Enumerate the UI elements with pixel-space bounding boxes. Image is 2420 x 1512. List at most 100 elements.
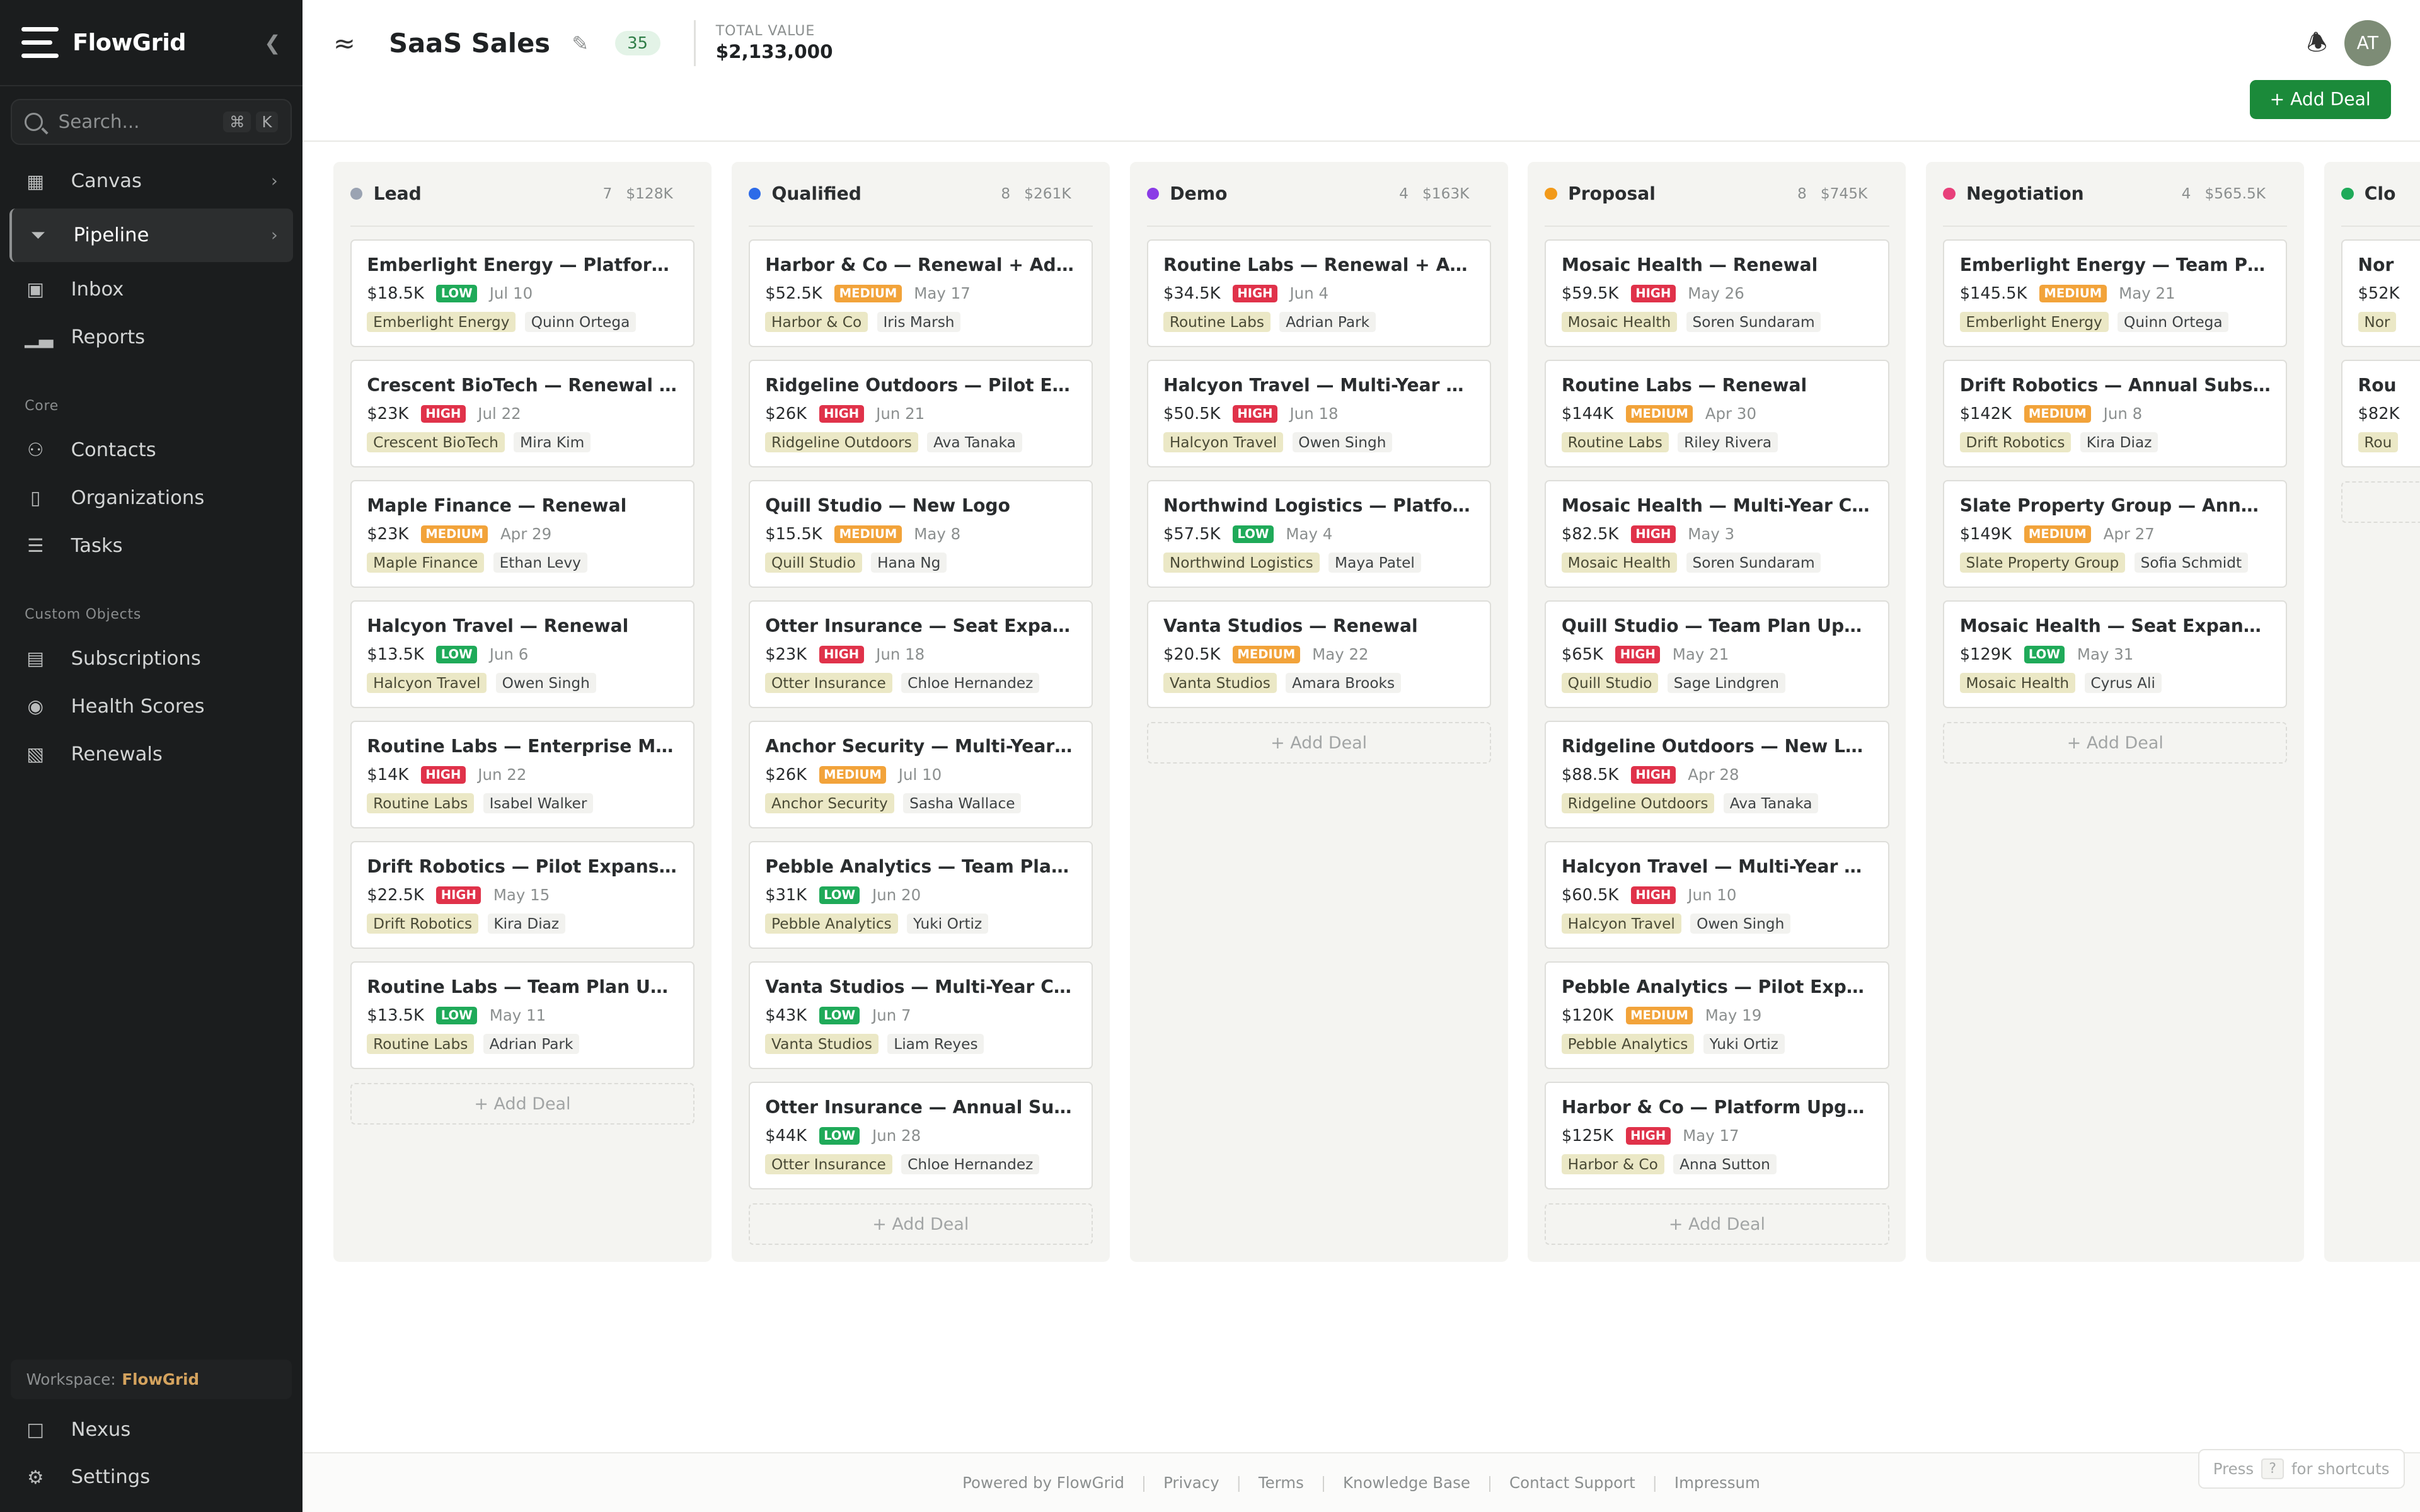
footer-impressum-link[interactable]: Impressum <box>1657 1474 1777 1492</box>
organization-tag[interactable]: Pebble Analytics <box>765 914 898 934</box>
footer-powered-by[interactable]: Powered by FlowGrid <box>945 1474 1141 1492</box>
organization-tag[interactable]: Mosaic Health <box>1561 312 1678 333</box>
deal-card[interactable]: Routine Labs — Renewal + Add-On $34.5K HIG… <box>1146 239 1491 347</box>
sidebar-item-nexus[interactable]: □ Nexus <box>9 1406 294 1453</box>
organization-tag[interactable]: Anchor Security <box>765 793 894 814</box>
deal-card[interactable]: Ridgeline Outdoors — Pilot Expansion $26K… <box>748 359 1093 467</box>
contact-tag[interactable]: Owen Singh <box>495 673 596 694</box>
contact-tag[interactable]: Ethan Levy <box>493 553 587 573</box>
contact-tag[interactable]: Soren Sundaram <box>1686 312 1821 333</box>
organization-tag[interactable]: Mosaic Health <box>1561 553 1678 573</box>
sidebar-item-health-scores[interactable]: ◉ Health Scores <box>9 682 294 730</box>
deal-card[interactable]: Halcyon Travel — Multi-Year Contract $60.… <box>1545 840 1889 949</box>
sidebar-item-renewals[interactable]: ▧ Renewals <box>9 730 294 778</box>
deal-card[interactable]: Mosaic Health — Seat Expansion $129K LOW Ma… <box>1943 600 2288 708</box>
organization-tag[interactable]: Vanta Studios <box>1163 673 1277 694</box>
add-deal-column-button[interactable]: + Add Deal <box>1943 722 2288 764</box>
deal-card[interactable]: Ridgeline Outdoors — New Logo $88.5K HIGH A… <box>1545 720 1889 828</box>
organization-tag[interactable]: Routine Labs <box>1163 312 1270 333</box>
bell-icon[interactable]: 🕭 <box>2307 26 2327 66</box>
sidebar-item-inbox[interactable]: ▣ Inbox <box>9 265 294 313</box>
footer-terms-link[interactable]: Terms <box>1242 1474 1321 1492</box>
contact-tag[interactable]: Owen Singh <box>1690 914 1791 934</box>
organization-tag[interactable]: Quill Studio <box>1561 673 1659 694</box>
footer-knowledge-base-link[interactable]: Knowledge Base <box>1326 1474 1487 1492</box>
sidebar-item-contacts[interactable]: ⚇ Contacts <box>9 426 294 474</box>
sidebar-item-settings[interactable]: ⚙ Settings <box>9 1453 294 1501</box>
collapse-sidebar-icon[interactable]: ❮ <box>264 31 281 55</box>
deal-card[interactable]: Otter Insurance — Seat Expansion $23K HIGH… <box>748 600 1093 708</box>
deal-card[interactable]: Crescent BioTech — Renewal + Add-On $23K H… <box>350 359 695 467</box>
deal-card[interactable]: Mosaic Health — Multi-Year Contract $82.5… <box>1545 479 1889 588</box>
organization-tag[interactable]: Ridgeline Outdoors <box>765 432 918 453</box>
add-deal-column-button[interactable]: + Add Deal <box>748 1203 1093 1246</box>
contact-tag[interactable]: Sasha Wallace <box>903 793 1022 814</box>
deal-card[interactable]: Harbor & Co — Renewal + Add-On $52.5K MEDI… <box>748 239 1093 347</box>
organization-tag[interactable]: Nor <box>2358 312 2397 333</box>
deal-card[interactable]: Quill Studio — New Logo $15.5K MEDIUM May 8… <box>748 479 1093 588</box>
add-deal-column-button[interactable]: + Add Deal <box>2341 481 2420 524</box>
contact-tag[interactable]: Ava Tanaka <box>927 432 1022 453</box>
contact-tag[interactable]: Chloe Hernandez <box>901 673 1040 694</box>
organization-tag[interactable]: Slate Property Group <box>1959 553 2126 573</box>
organization-tag[interactable]: Drift Robotics <box>1959 432 2071 453</box>
contact-tag[interactable]: Yuki Ortiz <box>1703 1034 1785 1055</box>
deal-card[interactable]: Slate Property Group — Annual Subscripti… <box>1943 479 2288 588</box>
workspace-switcher[interactable]: Workspace: FlowGrid <box>11 1359 292 1400</box>
contact-tag[interactable]: Owen Singh <box>1292 432 1393 453</box>
contact-tag[interactable]: Kira Diaz <box>2080 432 2158 453</box>
sidebar-item-canvas[interactable]: ▦ Canvas › <box>9 158 294 205</box>
organization-tag[interactable]: Harbor & Co <box>765 312 868 333</box>
deal-card[interactable]: Drift Robotics — Annual Subscription $142… <box>1943 359 2288 467</box>
deal-card[interactable]: Routine Labs — Renewal $144K MEDIUM Apr 30 R… <box>1545 359 1889 467</box>
sidebar-item-organizations[interactable]: ▯ Organizations <box>9 474 294 522</box>
contact-tag[interactable]: Liam Reyes <box>887 1034 984 1055</box>
contact-tag[interactable]: Mira Kim <box>514 432 591 453</box>
contact-tag[interactable]: Adrian Park <box>1279 312 1376 333</box>
organization-tag[interactable]: Emberlight Energy <box>367 312 516 333</box>
deal-card[interactable]: Pebble Analytics — Pilot Expansion $120K M… <box>1545 961 1889 1069</box>
organization-tag[interactable]: Emberlight Energy <box>1959 312 2109 333</box>
sidebar-item-reports[interactable]: ▁▃ Reports <box>9 313 294 361</box>
deal-card[interactable]: Halcyon Travel — Renewal $13.5K LOW Jun 6 Ha… <box>350 600 695 708</box>
contact-tag[interactable]: Cyrus Ali <box>2084 673 2162 694</box>
organization-tag[interactable]: Northwind Logistics <box>1163 553 1320 573</box>
organization-tag[interactable]: Vanta Studios <box>765 1034 879 1055</box>
deal-card[interactable]: Mosaic Health — Renewal $59.5K HIGH May 26 M… <box>1545 239 1889 347</box>
contact-tag[interactable]: Kira Diaz <box>487 914 565 934</box>
organization-tag[interactable]: Mosaic Health <box>1959 673 2075 694</box>
contact-tag[interactable]: Adrian Park <box>483 1034 580 1055</box>
deal-card[interactable]: Emberlight Energy — Team Plan Upgrade $14… <box>1943 239 2288 347</box>
organization-tag[interactable]: Crescent BioTech <box>367 432 505 453</box>
deal-card[interactable]: Northwind Logistics — Platform Upgrade $5… <box>1146 479 1491 588</box>
organization-tag[interactable]: Drift Robotics <box>367 914 478 934</box>
organization-tag[interactable]: Routine Labs <box>367 1034 475 1055</box>
deal-card[interactable]: Anchor Security — Multi-Year Contract $26… <box>748 720 1093 828</box>
contact-tag[interactable]: Soren Sundaram <box>1686 553 1821 573</box>
add-deal-column-button[interactable]: + Add Deal <box>1545 1203 1889 1246</box>
contact-tag[interactable]: Riley Rivera <box>1678 432 1778 453</box>
organization-tag[interactable]: Rou <box>2358 432 2399 453</box>
edit-icon[interactable]: ✎ <box>572 32 589 55</box>
search-input[interactable]: Search... ⌘ K <box>11 98 292 146</box>
organization-tag[interactable]: Halcyon Travel <box>1561 914 1681 934</box>
organization-tag[interactable]: Routine Labs <box>367 793 475 814</box>
contact-tag[interactable]: Sage Lindgren <box>1667 673 1785 694</box>
contact-tag[interactable]: Sofia Schmidt <box>2134 553 2248 573</box>
deal-card[interactable]: Emberlight Energy — Platform Upgrade $18.… <box>350 239 695 347</box>
contact-tag[interactable]: Hana Ng <box>871 553 947 573</box>
deal-card[interactable]: Nor $52K Nor <box>2341 239 2420 347</box>
sidebar-item-pipeline[interactable]: ⏷ Pipeline › <box>9 208 294 263</box>
contact-tag[interactable]: Amara Brooks <box>1286 673 1401 694</box>
deal-card[interactable]: Quill Studio — Team Plan Upgrade $65K HIGH… <box>1545 600 1889 708</box>
avatar[interactable]: AT <box>2344 20 2391 67</box>
deal-card[interactable]: Rou $82K Rou <box>2341 359 2420 467</box>
footer-privacy-link[interactable]: Privacy <box>1146 1474 1236 1492</box>
deal-card[interactable]: Halcyon Travel — Multi-Year Contract $50.… <box>1146 359 1491 467</box>
contact-tag[interactable]: Anna Sutton <box>1673 1154 1777 1175</box>
deal-card[interactable]: Vanta Studios — Multi-Year Contract $43K L… <box>748 961 1093 1069</box>
add-deal-button[interactable]: + Add Deal <box>2249 80 2391 119</box>
deal-card[interactable]: Routine Labs — Team Plan Upgrade $13.5K LO… <box>350 961 695 1069</box>
contact-tag[interactable]: Isabel Walker <box>483 793 594 814</box>
deal-card[interactable]: Routine Labs — Enterprise Migration $14K H… <box>350 720 695 828</box>
